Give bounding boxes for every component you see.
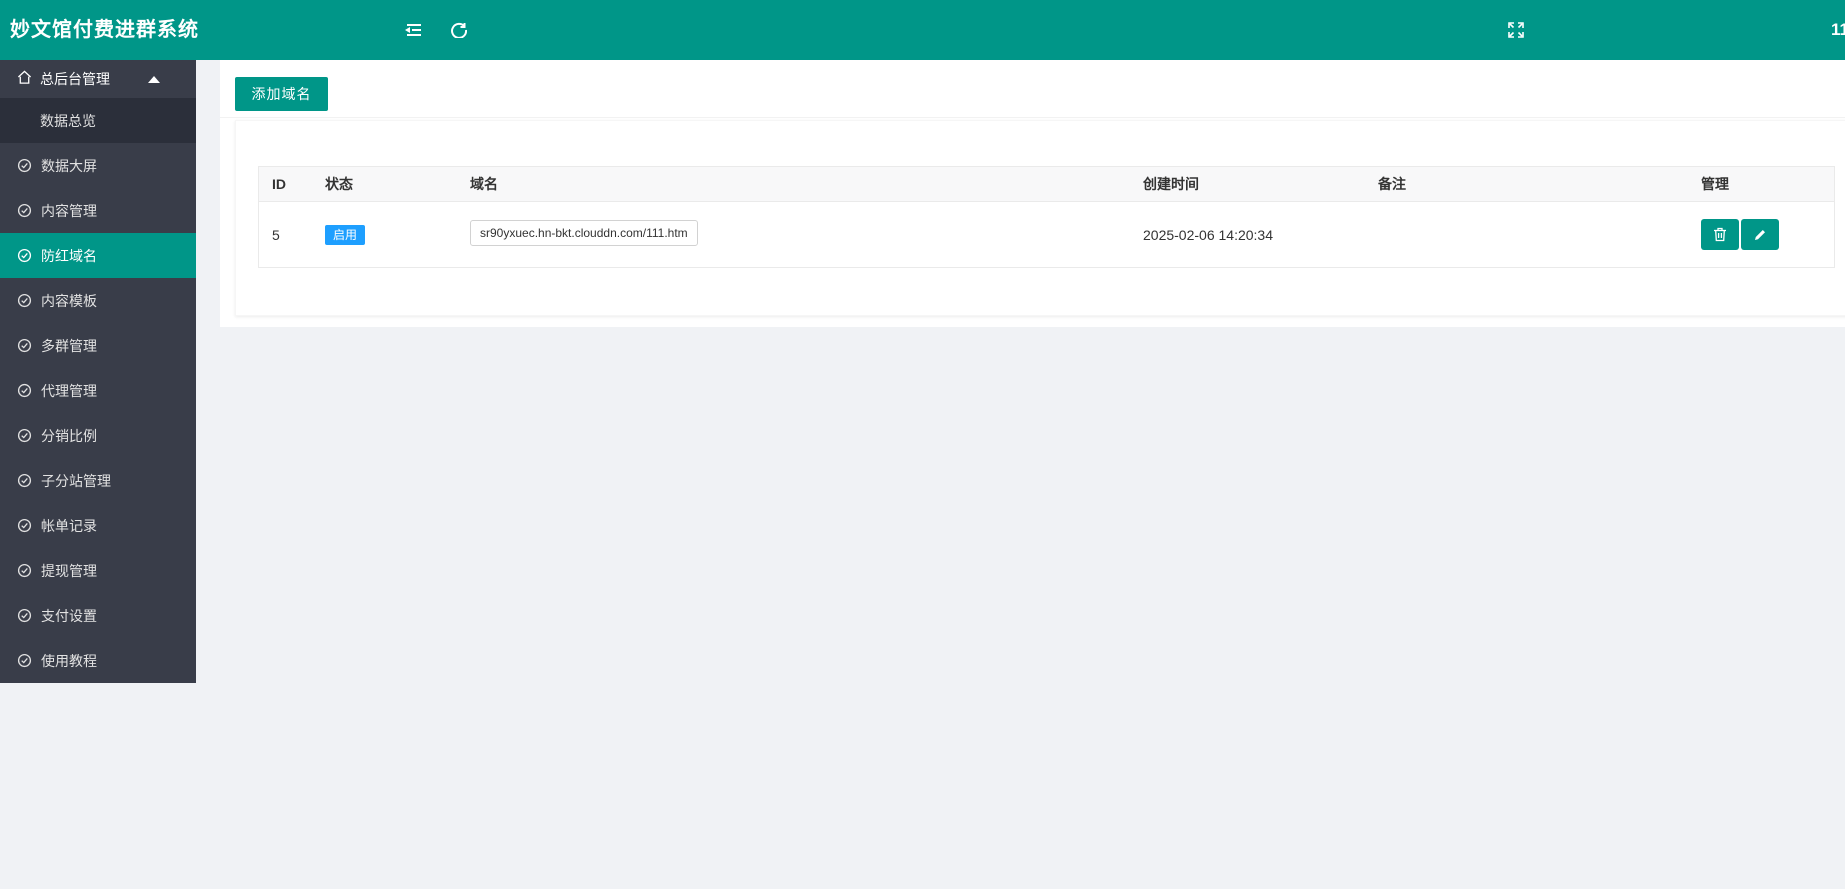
add-domain-button[interactable]: 添加域名 bbox=[235, 77, 328, 111]
sidebar-item-label: 内容模板 bbox=[41, 292, 97, 309]
fullscreen-icon[interactable] bbox=[1499, 0, 1533, 60]
pencil-icon bbox=[1755, 229, 1765, 240]
seal-check-icon bbox=[17, 248, 32, 263]
sidebar-item-label: 子分站管理 bbox=[41, 472, 111, 489]
domain-value-box[interactable]: sr90yxuec.hn-bkt.clouddn.com/111.htm bbox=[470, 220, 698, 246]
seal-check-icon bbox=[17, 203, 32, 218]
domain-table: ID 状态 域名 创建时间 备注 管理 5 启用 sr90yxuec.hn-bk… bbox=[258, 166, 1835, 268]
column-header-status: 状态 bbox=[312, 167, 457, 202]
table-header-row: ID 状态 域名 创建时间 备注 管理 bbox=[259, 167, 1834, 202]
seal-check-icon bbox=[17, 293, 32, 308]
sidebar-item-label: 支付设置 bbox=[41, 607, 97, 624]
sidebar-item-tutorial[interactable]: 使用教程 bbox=[0, 638, 196, 683]
seal-check-icon bbox=[17, 608, 32, 623]
cell-remark bbox=[1365, 201, 1688, 267]
sidebar-item-label: 分销比例 bbox=[41, 427, 97, 444]
seal-check-icon bbox=[17, 563, 32, 578]
column-header-id: ID bbox=[259, 167, 312, 202]
chevron-up-icon bbox=[148, 76, 160, 83]
cell-id: 5 bbox=[259, 201, 312, 267]
sidebar-item-data-overview[interactable]: 数据总览 bbox=[0, 98, 196, 143]
sidebar-item-substation[interactable]: 子分站管理 bbox=[0, 458, 196, 503]
sidebar-item-content-manage[interactable]: 内容管理 bbox=[0, 188, 196, 233]
cell-actions bbox=[1688, 201, 1834, 267]
seal-check-icon bbox=[17, 473, 32, 488]
sidebar-item-label: 防红域名 bbox=[41, 247, 97, 264]
seal-check-icon bbox=[17, 428, 32, 443]
column-header-remark: 备注 bbox=[1365, 167, 1688, 202]
sidebar-item-billing-records[interactable]: 帐单记录 bbox=[0, 503, 196, 548]
sidebar-item-label: 数据总览 bbox=[40, 112, 96, 129]
sidebar-group-admin[interactable]: 总后台管理 bbox=[0, 60, 196, 98]
sidebar-item-label: 内容管理 bbox=[41, 202, 97, 219]
sidebar-item-commission-ratio[interactable]: 分销比例 bbox=[0, 413, 196, 458]
collapse-sidebar-icon[interactable] bbox=[396, 0, 430, 60]
sidebar-item-antired-domain[interactable]: 防红域名 bbox=[0, 233, 196, 278]
sidebar-item-label: 代理管理 bbox=[41, 382, 97, 399]
top-header: 妙文馆付费进群系统 11 bbox=[0, 0, 1845, 60]
sidebar-item-payment-settings[interactable]: 支付设置 bbox=[0, 593, 196, 638]
refresh-icon[interactable] bbox=[442, 0, 476, 60]
sidebar-item-label: 提现管理 bbox=[41, 562, 97, 579]
trash-icon bbox=[1714, 227, 1726, 242]
sidebar-item-label: 帐单记录 bbox=[41, 517, 97, 534]
app-title: 妙文馆付费进群系统 bbox=[10, 19, 199, 41]
sidebar-nav: 总后台管理 数据总览 数据大屏 内容管理 防红域名 内容模板 多群管理 代理管理… bbox=[0, 60, 196, 683]
main-content-panel: 添加域名 ID 状态 域名 创建时间 备注 管理 5 启用 sr90yxuec.… bbox=[220, 60, 1845, 327]
sidebar-item-multi-group[interactable]: 多群管理 bbox=[0, 323, 196, 368]
seal-check-icon bbox=[17, 383, 32, 398]
user-badge[interactable]: 11 bbox=[1831, 0, 1845, 60]
seal-check-icon bbox=[17, 338, 32, 353]
edit-button[interactable] bbox=[1741, 219, 1779, 250]
sidebar-item-data-screen[interactable]: 数据大屏 bbox=[0, 143, 196, 188]
sidebar-item-content-template[interactable]: 内容模板 bbox=[0, 278, 196, 323]
sidebar-item-label: 多群管理 bbox=[41, 337, 97, 354]
home-icon bbox=[17, 70, 32, 88]
table-row: 5 启用 sr90yxuec.hn-bkt.clouddn.com/111.ht… bbox=[259, 201, 1834, 267]
cell-created: 2025-02-06 14:20:34 bbox=[1130, 201, 1365, 267]
status-badge-enabled: 启用 bbox=[325, 224, 366, 245]
sidebar-item-agent-manage[interactable]: 代理管理 bbox=[0, 368, 196, 413]
seal-check-icon bbox=[17, 653, 32, 668]
cell-status: 启用 bbox=[312, 201, 457, 267]
toolbar-divider bbox=[220, 117, 1845, 118]
seal-check-icon bbox=[17, 158, 32, 173]
column-header-domain: 域名 bbox=[457, 167, 1130, 202]
column-header-created: 创建时间 bbox=[1130, 167, 1365, 202]
cell-domain: sr90yxuec.hn-bkt.clouddn.com/111.htm bbox=[457, 201, 1130, 267]
delete-button[interactable] bbox=[1701, 219, 1739, 250]
sidebar-item-withdrawal[interactable]: 提现管理 bbox=[0, 548, 196, 593]
sidebar-item-label: 使用教程 bbox=[41, 652, 97, 669]
sidebar-item-label: 数据大屏 bbox=[41, 157, 97, 174]
column-header-manage: 管理 bbox=[1688, 167, 1834, 202]
sidebar-group-label: 总后台管理 bbox=[40, 71, 110, 87]
domain-table-card: ID 状态 域名 创建时间 备注 管理 5 启用 sr90yxuec.hn-bk… bbox=[235, 120, 1845, 316]
seal-check-icon bbox=[17, 518, 32, 533]
